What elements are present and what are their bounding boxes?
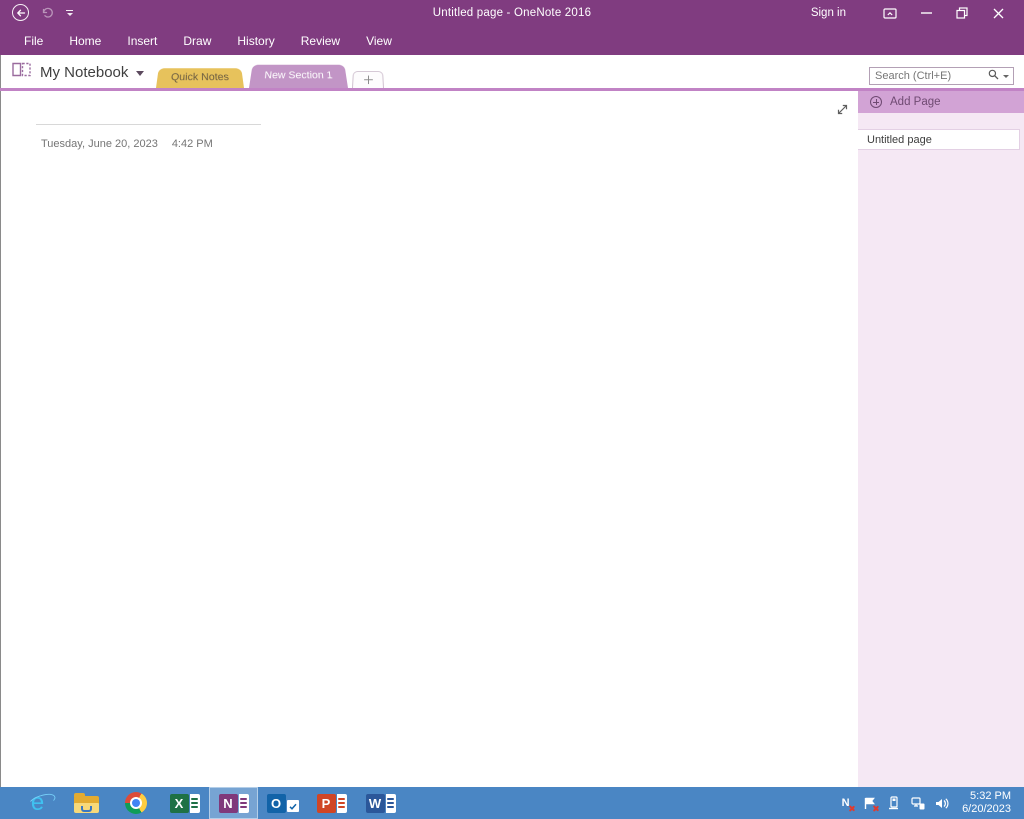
menu-insert[interactable]: Insert: [114, 26, 170, 55]
page-list: Untitled page: [858, 129, 1024, 150]
full-page-view-icon[interactable]: [833, 100, 851, 118]
notebook-name: My Notebook: [40, 64, 128, 81]
page-canvas[interactable]: Tuesday, June 20, 2023 4:42 PM: [0, 91, 858, 787]
search-icon: [988, 67, 999, 85]
page-time: 4:42 PM: [172, 138, 213, 150]
clock-date: 6/20/2023: [962, 803, 1011, 816]
ribbon-display-options-icon[interactable]: [872, 0, 908, 26]
menu-file[interactable]: File: [11, 26, 56, 55]
action-center-flag-icon[interactable]: [862, 796, 877, 811]
page-title-underline: [36, 124, 261, 125]
file-explorer-icon: [74, 794, 99, 813]
chevron-down-icon: [136, 71, 144, 76]
section-tab-quick-notes[interactable]: Quick Notes: [156, 68, 244, 88]
internet-explorer-icon: e: [31, 792, 44, 814]
powerpoint-icon: P: [317, 793, 347, 813]
menu-view[interactable]: View: [353, 26, 405, 55]
page-list-item[interactable]: Untitled page: [858, 129, 1020, 150]
outlook-icon: O: [267, 793, 299, 813]
system-tray: N 5:32 PM 6/20/2023: [838, 787, 1024, 819]
search-scope-chevron-icon[interactable]: [1003, 75, 1009, 78]
taskbar-internet-explorer-button[interactable]: e: [13, 787, 62, 819]
customize-quick-access-toolbar-icon[interactable]: [66, 10, 73, 16]
word-icon: W: [366, 793, 396, 813]
sign-in-link[interactable]: Sign in: [811, 7, 846, 19]
add-page-label: Add Page: [890, 96, 941, 108]
titlebar: Untitled page - OneNote 2016 Sign in: [0, 0, 1024, 26]
back-button[interactable]: [12, 4, 29, 21]
menu-review[interactable]: Review: [288, 26, 353, 55]
clock-time: 5:32 PM: [962, 790, 1011, 803]
add-page-button[interactable]: Add Page: [858, 91, 1024, 113]
ribbon-tab-bar: File Home Insert Draw History Review Vie…: [0, 26, 1024, 55]
search-box[interactable]: [869, 67, 1014, 85]
taskbar-excel-button[interactable]: X: [160, 787, 209, 819]
error-x-badge: [848, 805, 855, 812]
notebook-navigation-bar: My Notebook Quick Notes New Section 1: [0, 55, 1024, 88]
onenote-icon: N: [219, 793, 249, 813]
chrome-icon: [125, 792, 147, 814]
section-tab-new-section-1[interactable]: New Section 1: [249, 65, 348, 88]
taskbar-clock[interactable]: 5:32 PM 6/20/2023: [962, 790, 1011, 816]
onenote-window: Untitled page - OneNote 2016 Sign in Fil…: [0, 0, 1024, 819]
safely-remove-hardware-icon[interactable]: [886, 796, 901, 811]
restore-button[interactable]: [944, 0, 980, 26]
windows-taskbar: e X N O: [0, 787, 1024, 819]
taskbar-chrome-button[interactable]: [111, 787, 160, 819]
excel-icon: X: [170, 793, 200, 813]
create-section-tab[interactable]: [352, 71, 384, 88]
section-tabs: Quick Notes New Section 1: [156, 63, 384, 88]
page-date-stamp: Tuesday, June 20, 2023 4:42 PM: [41, 138, 213, 150]
onenote-tray-status-icon[interactable]: N: [838, 796, 853, 811]
network-icon[interactable]: [910, 796, 925, 811]
plus-icon: [363, 76, 372, 84]
quick-access-toolbar: [12, 4, 73, 21]
taskbar-onenote-button[interactable]: N: [209, 787, 258, 819]
undo-icon[interactable]: [41, 7, 54, 18]
close-button[interactable]: [980, 0, 1016, 26]
window-title: Untitled page - OneNote 2016: [200, 0, 824, 26]
notebook-dropdown[interactable]: My Notebook: [11, 61, 144, 83]
minimize-button[interactable]: [908, 0, 944, 26]
plus-circle-icon: [870, 96, 882, 108]
menu-history[interactable]: History: [224, 26, 287, 55]
error-x-badge: [872, 805, 879, 812]
menu-home[interactable]: Home: [56, 26, 114, 55]
search-input[interactable]: [870, 70, 988, 82]
page-date: Tuesday, June 20, 2023: [41, 138, 158, 150]
page-list-sidebar: Add Page Untitled page: [858, 91, 1024, 787]
volume-icon[interactable]: [934, 796, 949, 811]
taskbar-powerpoint-button[interactable]: P: [307, 787, 356, 819]
taskbar-outlook-button[interactable]: O: [258, 787, 307, 819]
menu-draw[interactable]: Draw: [170, 26, 224, 55]
taskbar-file-explorer-button[interactable]: [62, 787, 111, 819]
notebook-icon: [11, 61, 32, 83]
taskbar-word-button[interactable]: W: [356, 787, 405, 819]
